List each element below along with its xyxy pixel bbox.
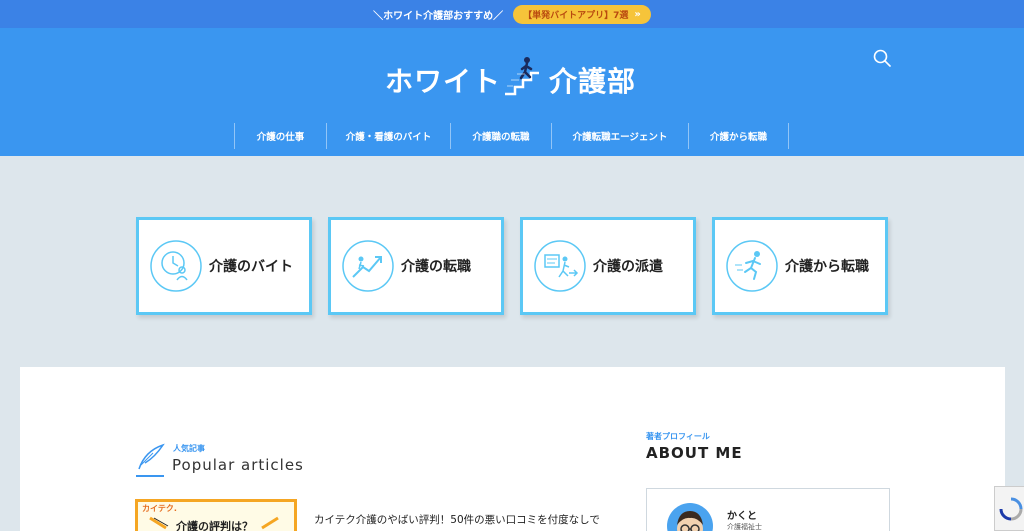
stairs-climber-icon — [505, 57, 540, 96]
about-subtitle: 著者プロフィール — [646, 432, 710, 441]
clock-person-icon — [150, 240, 202, 292]
category-label: 介護のバイト — [209, 259, 293, 275]
popular-subtitle: 人気記事 — [173, 444, 205, 453]
double-chevron-right-icon: » — [634, 8, 641, 20]
category-section: 介護のバイト 介護の転職 介護の派遣 介護から転職 — [20, 177, 1005, 367]
dispatch-icon — [534, 240, 586, 292]
popular-title: Popular articles — [172, 456, 304, 474]
category-label: 介護の転職 — [401, 259, 471, 275]
recaptcha-icon — [999, 497, 1023, 521]
about-title: ABOUT ME — [646, 444, 743, 462]
announcement-bar: ＼ホワイト介護部おすすめ／ 【単発バイトアプリ】7選 » — [0, 0, 1024, 28]
site-logo[interactable]: ホワイト 介護部 — [385, 46, 636, 96]
category-label: 介護から転職 — [785, 259, 869, 275]
article-link[interactable]: カイテク介護のやばい評判！50件の悪い口コミを付度なしで — [314, 512, 600, 527]
profile-card: かくと 介護福祉士 — [646, 488, 890, 531]
nav-item-care-job[interactable]: 介護の仕事 — [234, 123, 326, 149]
logo-text-right: 介護部 — [549, 65, 637, 98]
profile-role: 介護福祉士 — [727, 523, 762, 531]
thumb-title: 介護の評判は？ — [176, 520, 253, 531]
category-card-parttime[interactable]: 介護のバイト — [136, 217, 312, 315]
nav-item-care-career-change[interactable]: 介護職の転職 — [450, 123, 551, 149]
site-header: ホワイト 介護部 介護の仕事 介護・看護のバイト 介護職の転職 介護転職エージェ… — [0, 28, 1024, 156]
person-avatar-icon — [677, 511, 703, 531]
avatar — [667, 503, 713, 531]
global-nav: 介護の仕事 介護・看護のバイト 介護職の転職 介護転職エージェント 介護から転職 — [234, 123, 789, 149]
profile-name: かくと — [727, 511, 757, 522]
heading-underline — [136, 475, 164, 477]
recommend-app-label: 【単発バイトアプリ】7選 — [523, 10, 629, 21]
nav-item-care-agent[interactable]: 介護転職エージェント — [551, 123, 688, 149]
category-card-dispatch[interactable]: 介護の派遣 — [520, 217, 696, 315]
article-thumbnail[interactable]: カイテク. 介護の評判は？ — [135, 499, 297, 531]
arrow-decoration-icon — [261, 516, 279, 530]
category-card-leave-care[interactable]: 介護から転職 — [712, 217, 888, 315]
recommend-app-button[interactable]: 【単発バイトアプリ】7選 » — [513, 4, 651, 24]
logo-text-left: ホワイト — [385, 65, 502, 98]
category-label: 介護の派遣 — [593, 259, 663, 275]
arrow-decoration-icon — [149, 516, 169, 530]
running-person-icon — [726, 240, 778, 292]
category-card-career[interactable]: 介護の転職 — [328, 217, 504, 315]
nav-item-change-from-care[interactable]: 介護から転職 — [688, 123, 789, 149]
search-icon[interactable] — [872, 48, 892, 68]
career-stairs-icon — [342, 240, 394, 292]
nav-item-care-parttime[interactable]: 介護・看護のバイト — [326, 123, 450, 149]
feather-icon — [138, 443, 165, 470]
thumb-badge: カイテク. — [142, 504, 177, 513]
announcement-text: ＼ホワイト介護部おすすめ／ — [373, 10, 504, 22]
recaptcha-badge[interactable] — [994, 486, 1024, 531]
